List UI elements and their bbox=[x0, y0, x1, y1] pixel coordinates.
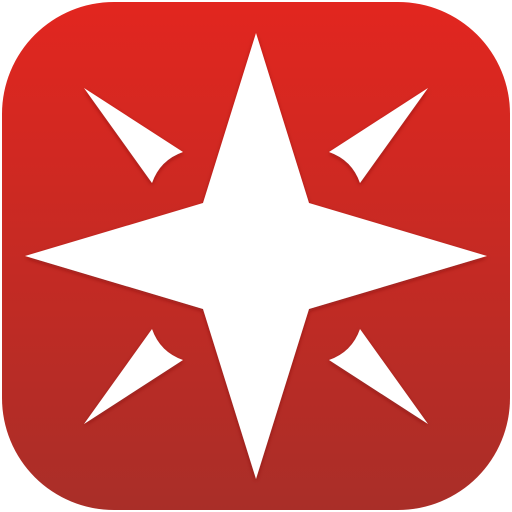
compass-star-icon bbox=[2, 2, 510, 510]
app-icon[interactable] bbox=[0, 0, 512, 512]
